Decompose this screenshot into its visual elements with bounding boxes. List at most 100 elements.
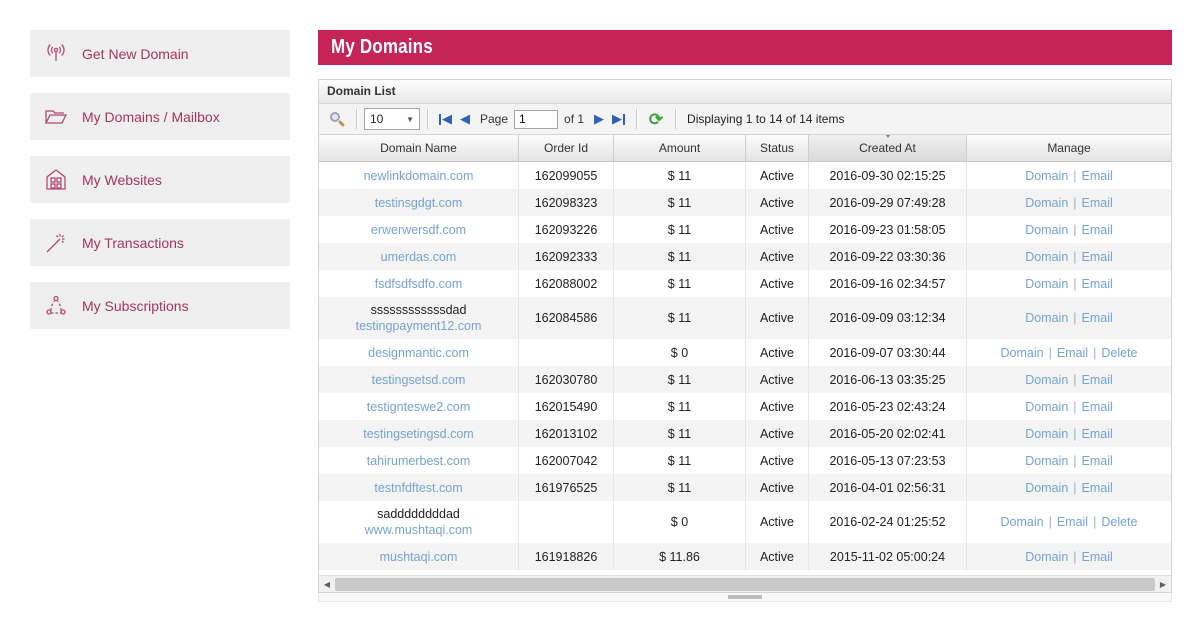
column-header-domain-name[interactable]: Domain Name xyxy=(319,135,519,161)
amount-cell: $ 11 xyxy=(614,366,746,393)
column-header-created-at[interactable]: Created At xyxy=(809,135,967,161)
pager-first-button[interactable]: ◀ xyxy=(435,111,456,127)
pager-next-button[interactable]: ▶ xyxy=(590,111,608,127)
manage-domain-link[interactable]: Domain xyxy=(1025,399,1068,415)
manage-email-link[interactable]: Email xyxy=(1082,168,1113,184)
manage-domain-link[interactable]: Domain xyxy=(1025,453,1068,469)
sidebar-item-my-subscriptions[interactable]: My Subscriptions xyxy=(30,282,290,329)
manage-domain-link[interactable]: Domain xyxy=(1001,514,1044,530)
domain-link[interactable]: designmantic.com xyxy=(368,345,469,361)
amount-cell: $ 11 xyxy=(614,189,746,216)
manage-email-link[interactable]: Email xyxy=(1082,222,1113,238)
toolbar-separator xyxy=(356,109,357,129)
status-cell: Active xyxy=(746,393,809,420)
domain-link[interactable]: fsdfsdfsdfo.com xyxy=(375,276,463,292)
status-cell: Active xyxy=(746,420,809,447)
order-id-cell: 162084586 xyxy=(519,297,614,339)
domain-cell: ssssssssssssdadtestingpayment12.com xyxy=(319,297,519,339)
created-at-cell: 2016-02-24 01:25:52 xyxy=(809,501,967,543)
manage-domain-link[interactable]: Domain xyxy=(1025,276,1068,292)
manage-email-link[interactable]: Email xyxy=(1082,249,1113,265)
sidebar-item-my-websites[interactable]: My Websites xyxy=(30,156,290,203)
amount-cell: $ 11 xyxy=(614,270,746,297)
pager-prev-button[interactable]: ◀ xyxy=(456,111,474,127)
created-at-cell: 2016-09-09 03:12:34 xyxy=(809,297,967,339)
manage-domain-link[interactable]: Domain xyxy=(1025,195,1068,211)
domain-link[interactable]: testingpayment12.com xyxy=(356,318,482,334)
manage-domain-link[interactable]: Domain xyxy=(1025,168,1068,184)
amount-cell: $ 11 xyxy=(614,420,746,447)
amount-cell: $ 11 xyxy=(614,297,746,339)
manage-domain-link[interactable]: Domain xyxy=(1025,222,1068,238)
manage-delete-link[interactable]: Delete xyxy=(1101,345,1137,361)
refresh-icon: ⟳ xyxy=(649,111,663,128)
pager-last-button[interactable]: ▶ xyxy=(608,111,629,127)
status-cell: Active xyxy=(746,474,809,501)
manage-email-link[interactable]: Email xyxy=(1057,514,1088,530)
manage-email-link[interactable]: Email xyxy=(1082,426,1113,442)
scroll-right-icon[interactable]: ▶ xyxy=(1155,576,1171,593)
nodes-icon xyxy=(43,293,69,319)
column-header-status[interactable]: Status xyxy=(746,135,809,161)
manage-email-link[interactable]: Email xyxy=(1082,276,1113,292)
domain-link[interactable]: testingsetsd.com xyxy=(372,372,466,388)
amount-cell: $ 11.86 xyxy=(614,543,746,570)
domain-link[interactable]: erwerwersdf.com xyxy=(371,222,466,238)
domain-link[interactable]: www.mushtaqi.com xyxy=(365,522,473,538)
manage-cell: Domain|Email xyxy=(967,162,1171,189)
status-cell: Active xyxy=(746,216,809,243)
table-row: saddddddddadwww.mushtaqi.com$ 0Active201… xyxy=(319,501,1171,543)
domain-link[interactable]: newlinkdomain.com xyxy=(364,168,474,184)
sidebar-item-my-domains-mailbox[interactable]: My Domains / Mailbox xyxy=(30,93,290,140)
resize-grip-handle[interactable] xyxy=(728,595,762,599)
domain-link[interactable]: mushtaqi.com xyxy=(380,549,458,565)
created-at-cell: 2016-09-23 01:58:05 xyxy=(809,216,967,243)
manage-domain-link[interactable]: Domain xyxy=(1025,480,1068,496)
refresh-button[interactable]: ⟳ xyxy=(644,107,668,131)
manage-domain-link[interactable]: Domain xyxy=(1001,345,1044,361)
main-content: My Domains Domain List 10 ▼ ◀ ◀ Page of … xyxy=(318,30,1172,602)
order-id-cell: 161976525 xyxy=(519,474,614,501)
toolbar-separator xyxy=(636,109,637,129)
manage-domain-link[interactable]: Domain xyxy=(1025,249,1068,265)
manage-delete-link[interactable]: Delete xyxy=(1101,514,1137,530)
manage-email-link[interactable]: Email xyxy=(1082,399,1113,415)
manage-separator: | xyxy=(1073,399,1076,415)
domain-link[interactable]: testingsetingsd.com xyxy=(363,426,473,442)
manage-email-link[interactable]: Email xyxy=(1082,549,1113,565)
domain-link[interactable]: testnfdftest.com xyxy=(374,480,462,496)
domain-link[interactable]: tahirumerbest.com xyxy=(367,453,471,469)
amount-cell: $ 11 xyxy=(614,162,746,189)
manage-email-link[interactable]: Email xyxy=(1082,480,1113,496)
manage-email-link[interactable]: Email xyxy=(1082,310,1113,326)
search-button[interactable] xyxy=(325,107,349,131)
manage-separator: | xyxy=(1073,372,1076,388)
column-header-order-id[interactable]: Order Id xyxy=(519,135,614,161)
page-size-select[interactable]: 10 ▼ xyxy=(364,108,420,130)
column-header-amount[interactable]: Amount xyxy=(614,135,746,161)
domain-link[interactable]: testinsgdgt.com xyxy=(375,195,463,211)
manage-domain-link[interactable]: Domain xyxy=(1025,310,1068,326)
created-at-cell: 2016-09-22 03:30:36 xyxy=(809,243,967,270)
page-label: Page xyxy=(480,112,508,126)
manage-email-link[interactable]: Email xyxy=(1082,195,1113,211)
manage-domain-link[interactable]: Domain xyxy=(1025,549,1068,565)
manage-email-link[interactable]: Email xyxy=(1057,345,1088,361)
horizontal-scrollbar[interactable]: ◀ ▶ xyxy=(319,575,1171,592)
scroll-left-icon[interactable]: ◀ xyxy=(319,576,335,593)
sidebar-item-get-new-domain[interactable]: Get New Domain xyxy=(30,30,290,77)
domain-link[interactable]: testignteswe2.com xyxy=(367,399,471,415)
order-id-cell: 162099055 xyxy=(519,162,614,189)
order-id-cell: 162092333 xyxy=(519,243,614,270)
sidebar-item-my-transactions[interactable]: My Transactions xyxy=(30,219,290,266)
scrollbar-thumb[interactable] xyxy=(335,578,1155,591)
manage-email-link[interactable]: Email xyxy=(1082,453,1113,469)
column-header-manage[interactable]: Manage xyxy=(967,135,1171,161)
manage-email-link[interactable]: Email xyxy=(1082,372,1113,388)
manage-domain-link[interactable]: Domain xyxy=(1025,426,1068,442)
domain-link[interactable]: umerdas.com xyxy=(381,249,457,265)
manage-domain-link[interactable]: Domain xyxy=(1025,372,1068,388)
domain-cell: testignteswe2.com xyxy=(319,393,519,420)
page-number-input[interactable] xyxy=(514,110,558,129)
domain-cell: saddddddddadwww.mushtaqi.com xyxy=(319,501,519,543)
